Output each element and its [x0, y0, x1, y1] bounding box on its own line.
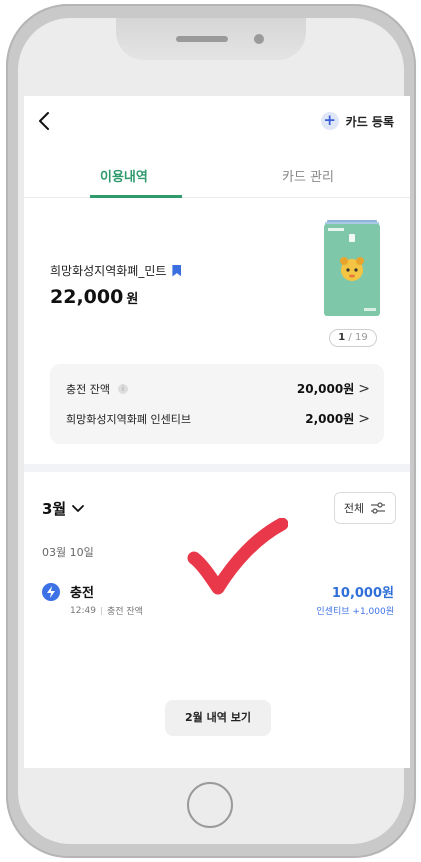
- card-name-row: 희망화성지역화폐_민트: [50, 262, 182, 279]
- tab-card-management[interactable]: 카드 관리: [282, 166, 334, 185]
- info-icon[interactable]: i: [117, 383, 128, 394]
- incentive-row[interactable]: 희망화성지역화폐 인센티브 2,000원 >: [66, 410, 370, 427]
- transaction-amount: 10,000원: [331, 586, 394, 601]
- balance-amount: 22,000: [50, 286, 124, 308]
- charge-balance-value: 20,000원: [296, 382, 355, 396]
- transaction-incentive: 인센티브 +1,000원: [316, 607, 394, 617]
- lightning-icon: [42, 583, 60, 601]
- transaction-date: 03월 10일: [42, 546, 94, 559]
- card-name: 희망화성지역화폐_민트: [50, 264, 167, 278]
- chevron-down-icon: [72, 504, 85, 512]
- speaker-icon: [176, 36, 228, 42]
- transaction-source: 충전 잔액: [106, 607, 143, 617]
- charge-balance-label: 충전 잔액: [66, 382, 110, 396]
- transaction-meta: 12:49 충전 잔액: [70, 604, 143, 618]
- transaction-title: 충전: [70, 586, 94, 601]
- active-tab-indicator: [90, 195, 182, 198]
- balance-unit: 원: [126, 292, 139, 307]
- checkmark-icon: [187, 518, 288, 595]
- balance-breakdown: 충전 잔액 i 20,000원 > 희망화성지역화폐 인센티브 2,000원 >: [50, 364, 384, 444]
- separator: [100, 606, 102, 615]
- camera-icon: [254, 34, 264, 44]
- incentive-label: 희망화성지역화폐 인센티브: [66, 412, 191, 426]
- charge-balance-row[interactable]: 충전 잔액 i 20,000원 >: [66, 380, 370, 397]
- card-page-indicator: 1 / 19: [329, 329, 377, 347]
- chevron-right-icon: >: [358, 410, 370, 427]
- card-image[interactable]: [324, 220, 380, 316]
- phone-notch: [116, 18, 306, 60]
- month-label: 3월: [42, 500, 67, 518]
- chevron-right-icon: >: [358, 380, 370, 397]
- add-card-button[interactable]: + 카드 등록: [320, 112, 394, 130]
- add-card-label: 카드 등록: [345, 114, 394, 129]
- filter-label: 전체: [343, 502, 365, 515]
- home-button[interactable]: [187, 782, 233, 828]
- back-arrow-icon[interactable]: [34, 110, 56, 132]
- tab-bar: 이용내역 카드 관리: [24, 158, 410, 198]
- app-screen: + 카드 등록 이용내역 카드 관리 희망화성지역화폐_민트 22,000 원 1…: [24, 96, 410, 768]
- card-total: 19: [354, 332, 368, 343]
- filter-button[interactable]: 전체: [334, 492, 396, 524]
- month-selector[interactable]: 3월: [42, 498, 85, 519]
- tab-usage-history[interactable]: 이용내역: [100, 166, 148, 185]
- filter-sliders-icon: [371, 502, 386, 514]
- incentive-value: 2,000원: [305, 412, 355, 426]
- view-previous-month-button[interactable]: 2월 내역 보기: [165, 700, 271, 736]
- bookmark-icon[interactable]: [172, 264, 182, 277]
- plus-icon: +: [320, 112, 339, 130]
- card-balance: 22,000 원: [50, 286, 138, 308]
- section-divider: [24, 464, 410, 472]
- card-index: 1: [338, 332, 346, 343]
- transaction-time: 12:49: [70, 605, 96, 616]
